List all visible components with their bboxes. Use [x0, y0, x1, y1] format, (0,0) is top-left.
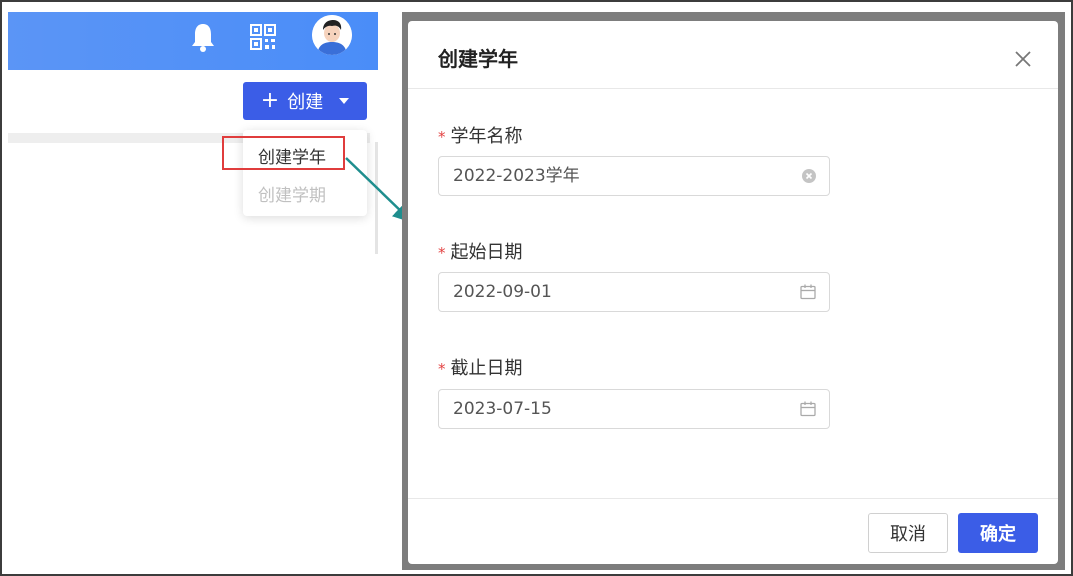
app-background: + 创建 创建学年 创建学期	[8, 12, 378, 572]
field-label-start-date: * 起始日期	[438, 238, 523, 264]
field-label-text: 学年名称	[450, 126, 523, 147]
calendar-icon[interactable]	[799, 283, 817, 301]
avatar[interactable]	[312, 15, 352, 55]
year-name-value: 2022-2023学年	[453, 166, 580, 186]
highlight-box	[222, 136, 345, 170]
bell-icon[interactable]	[190, 22, 216, 52]
dialog-header: 创建学年	[408, 21, 1058, 89]
start-date-value: 2022-09-01	[453, 282, 552, 302]
calendar-icon[interactable]	[799, 400, 817, 418]
qr-code-icon[interactable]	[250, 24, 276, 50]
screenshot-frame: + 创建 创建学年 创建学期 创建学年 * 学年名称 2022-2023学年 *…	[0, 0, 1073, 576]
field-label-end-date: * 截止日期	[438, 354, 523, 380]
plus-icon: +	[260, 88, 280, 113]
required-mark: *	[438, 244, 446, 262]
field-label-text: 起始日期	[450, 242, 523, 263]
create-year-dialog: 创建学年 * 学年名称 2022-2023学年 * 起始日期 2022-09-01	[408, 21, 1058, 564]
required-mark: *	[438, 360, 446, 378]
year-name-input[interactable]: 2022-2023学年	[438, 156, 830, 196]
clear-icon[interactable]	[801, 168, 817, 184]
cancel-button[interactable]: 取消	[868, 513, 948, 553]
dialog-title: 创建学年	[438, 47, 518, 71]
top-header-bar	[8, 12, 378, 70]
dialog-footer: 取消 确定	[408, 498, 1058, 564]
confirm-button[interactable]: 确定	[958, 513, 1038, 553]
start-date-input[interactable]: 2022-09-01	[438, 272, 830, 312]
end-date-value: 2023-07-15	[453, 399, 552, 419]
caret-down-icon	[339, 98, 350, 104]
field-label-text: 截止日期	[450, 358, 523, 379]
required-mark: *	[438, 128, 446, 146]
create-dropdown-button[interactable]: + 创建	[243, 82, 367, 120]
close-icon[interactable]	[1012, 48, 1034, 70]
end-date-input[interactable]: 2023-07-15	[438, 389, 830, 429]
field-label-year-name: * 学年名称	[438, 122, 523, 148]
create-button-label: 创建	[287, 92, 324, 113]
menu-item-create-semester[interactable]: 创建学期	[258, 181, 326, 206]
